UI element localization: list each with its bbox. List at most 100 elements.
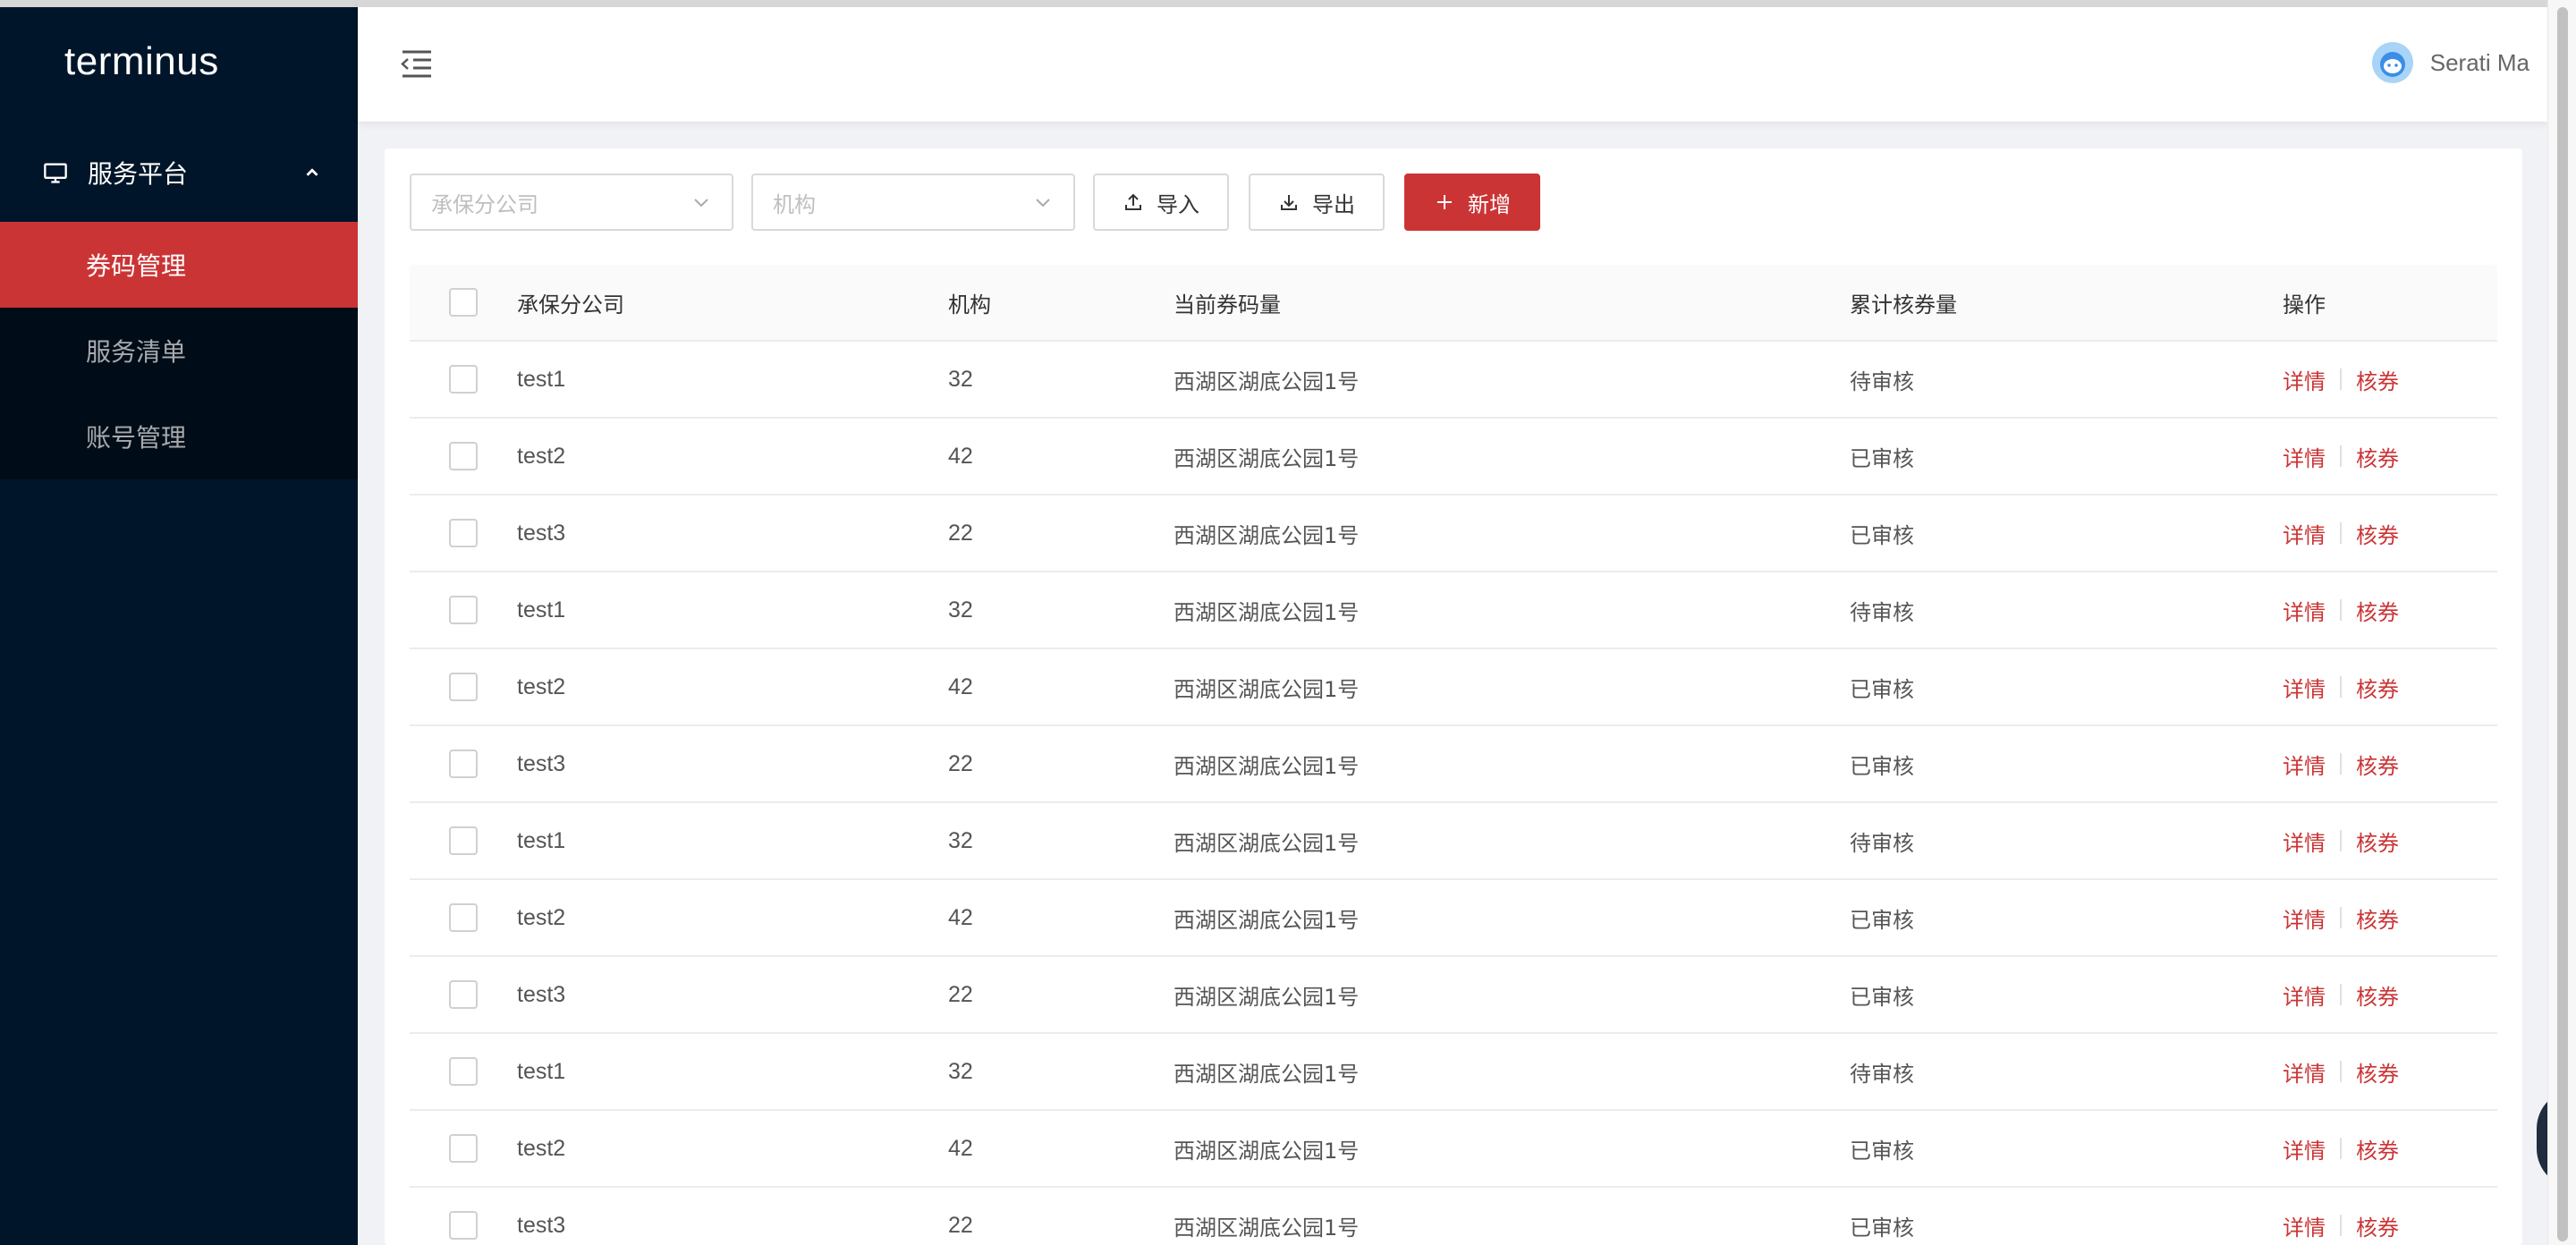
action-divider <box>2340 522 2342 544</box>
cell-org: 42 <box>948 1135 973 1161</box>
detail-link[interactable]: 详情 <box>2283 364 2326 395</box>
page-scrollbar[interactable] <box>2547 0 2576 1245</box>
user-menu[interactable]: Serati Ma <box>2371 41 2529 84</box>
table-row: test2 42 西湖区湖底公园1号 已审核 详情 核券 <box>410 419 2497 495</box>
menu-fold-icon[interactable] <box>399 47 435 82</box>
import-button[interactable]: 导入 <box>1093 174 1229 231</box>
verify-link[interactable]: 核券 <box>2356 441 2399 472</box>
sidebar-item-service-list[interactable]: 服务清单 <box>0 308 358 394</box>
sidebar-group-service-platform[interactable]: 服务平台 <box>0 123 358 222</box>
table-header: 承保分公司 机构 当前券码量 累计核券量 操作 <box>410 265 2497 342</box>
detail-link[interactable]: 详情 <box>2283 749 2326 780</box>
verify-link[interactable]: 核券 <box>2356 749 2399 780</box>
sidebar-item-label: 账号管理 <box>86 423 187 453</box>
sidebar-item-label: 券码管理 <box>86 251 187 281</box>
cell-total-verified: 已审核 <box>1850 445 1914 471</box>
detail-link[interactable]: 详情 <box>2283 518 2326 549</box>
row-checkbox[interactable] <box>449 1211 478 1240</box>
export-button[interactable]: 导出 <box>1249 174 1385 231</box>
table-row: test3 22 西湖区湖底公园1号 已审核 详情 核券 <box>410 957 2497 1034</box>
scrollbar-thumb[interactable] <box>2557 7 2568 1241</box>
cell-total-verified: 待审核 <box>1850 830 1914 856</box>
cell-total-verified: 已审核 <box>1850 753 1914 779</box>
action-divider <box>2340 907 2342 928</box>
cell-company: test1 <box>517 1058 566 1084</box>
row-checkbox[interactable] <box>449 750 478 778</box>
row-checkbox[interactable] <box>449 365 478 394</box>
add-button[interactable]: 新增 <box>1404 174 1540 231</box>
company-select-placeholder: 承保分公司 <box>431 191 538 217</box>
row-checkbox[interactable] <box>449 980 478 1009</box>
sidebar-item-label: 服务清单 <box>86 337 187 367</box>
row-checkbox[interactable] <box>449 519 478 547</box>
table-row: test3 22 西湖区湖底公园1号 已审核 详情 核券 <box>410 495 2497 572</box>
cell-org: 32 <box>948 827 973 853</box>
column-header-actions: 操作 <box>2283 292 2326 318</box>
row-checkbox[interactable] <box>449 903 478 932</box>
row-checkbox[interactable] <box>449 1057 478 1086</box>
detail-link[interactable]: 详情 <box>2283 1056 2326 1088</box>
detail-link[interactable]: 详情 <box>2283 672 2326 703</box>
detail-link[interactable]: 详情 <box>2283 902 2326 934</box>
detail-link[interactable]: 详情 <box>2283 979 2326 1011</box>
row-checkbox[interactable] <box>449 1134 478 1163</box>
cell-org: 42 <box>948 673 973 699</box>
cell-current-amount: 西湖区湖底公园1号 <box>1174 1138 1360 1164</box>
sidebar-item-coupon-management[interactable]: 券码管理 <box>0 222 358 308</box>
verify-link[interactable]: 核券 <box>2356 826 2399 857</box>
cell-current-amount: 西湖区湖底公园1号 <box>1174 676 1360 702</box>
row-checkbox[interactable] <box>449 826 478 855</box>
export-button-label: 导出 <box>1312 191 1355 217</box>
cell-actions: 详情 核券 <box>2283 902 2497 934</box>
table-row: test2 42 西湖区湖底公园1号 已审核 详情 核券 <box>410 880 2497 957</box>
app-root: terminus 服务平台 券码管理 服务清单 账号管理 Serati Ma 承… <box>0 0 2576 1245</box>
cell-actions: 详情 核券 <box>2283 364 2497 395</box>
select-all-checkbox[interactable] <box>449 288 478 317</box>
verify-link[interactable]: 核券 <box>2356 1133 2399 1165</box>
verify-link[interactable]: 核券 <box>2356 902 2399 934</box>
cell-current-amount: 西湖区湖底公园1号 <box>1174 1215 1360 1241</box>
toolbar: 承保分公司 机构 导入 导出 新增 <box>410 174 1560 231</box>
cell-org: 22 <box>948 750 973 776</box>
verify-link[interactable]: 核券 <box>2356 979 2399 1011</box>
table-row: test3 22 西湖区湖底公园1号 已审核 详情 核券 <box>410 726 2497 803</box>
action-divider <box>2340 830 2342 851</box>
cell-actions: 详情 核券 <box>2283 441 2497 472</box>
table-row: test1 32 西湖区湖底公园1号 待审核 详情 核券 <box>410 572 2497 649</box>
sidebar-item-account-management[interactable]: 账号管理 <box>0 394 358 479</box>
verify-link[interactable]: 核券 <box>2356 364 2399 395</box>
company-select[interactable]: 承保分公司 <box>410 174 733 231</box>
row-checkbox[interactable] <box>449 442 478 470</box>
cell-actions: 详情 核券 <box>2283 672 2497 703</box>
verify-link[interactable]: 核券 <box>2356 518 2399 549</box>
row-checkbox[interactable] <box>449 596 478 624</box>
cell-org: 32 <box>948 366 973 392</box>
detail-link[interactable]: 详情 <box>2283 595 2326 626</box>
detail-link[interactable]: 详情 <box>2283 826 2326 857</box>
avatar <box>2371 42 2413 83</box>
verify-link[interactable]: 核券 <box>2356 672 2399 703</box>
chevron-up-icon <box>306 168 318 176</box>
row-checkbox[interactable] <box>449 673 478 701</box>
detail-link[interactable]: 详情 <box>2283 1210 2326 1241</box>
cell-total-verified: 已审核 <box>1850 676 1914 702</box>
action-divider <box>2340 1215 2342 1236</box>
cell-actions: 详情 核券 <box>2283 979 2497 1011</box>
detail-link[interactable]: 详情 <box>2283 441 2326 472</box>
header: Serati Ma <box>358 0 2547 122</box>
action-divider <box>2340 753 2342 775</box>
action-divider <box>2340 676 2342 698</box>
coupon-table: 承保分公司 机构 当前券码量 累计核券量 操作 test1 32 西湖区湖底公园1号… <box>410 265 2497 1245</box>
verify-link[interactable]: 核券 <box>2356 1056 2399 1088</box>
monitor-icon <box>44 163 67 183</box>
cell-company: test2 <box>517 443 566 469</box>
submenu: 券码管理 服务清单 账号管理 <box>0 222 358 479</box>
chevron-down-icon <box>694 199 708 208</box>
cell-current-amount: 西湖区湖底公园1号 <box>1174 368 1360 394</box>
verify-link[interactable]: 核券 <box>2356 1210 2399 1241</box>
cell-company: test3 <box>517 750 566 776</box>
detail-link[interactable]: 详情 <box>2283 1133 2326 1165</box>
verify-link[interactable]: 核券 <box>2356 595 2399 626</box>
org-select[interactable]: 机构 <box>751 174 1075 231</box>
column-header-current-amount: 当前券码量 <box>1174 292 1281 318</box>
